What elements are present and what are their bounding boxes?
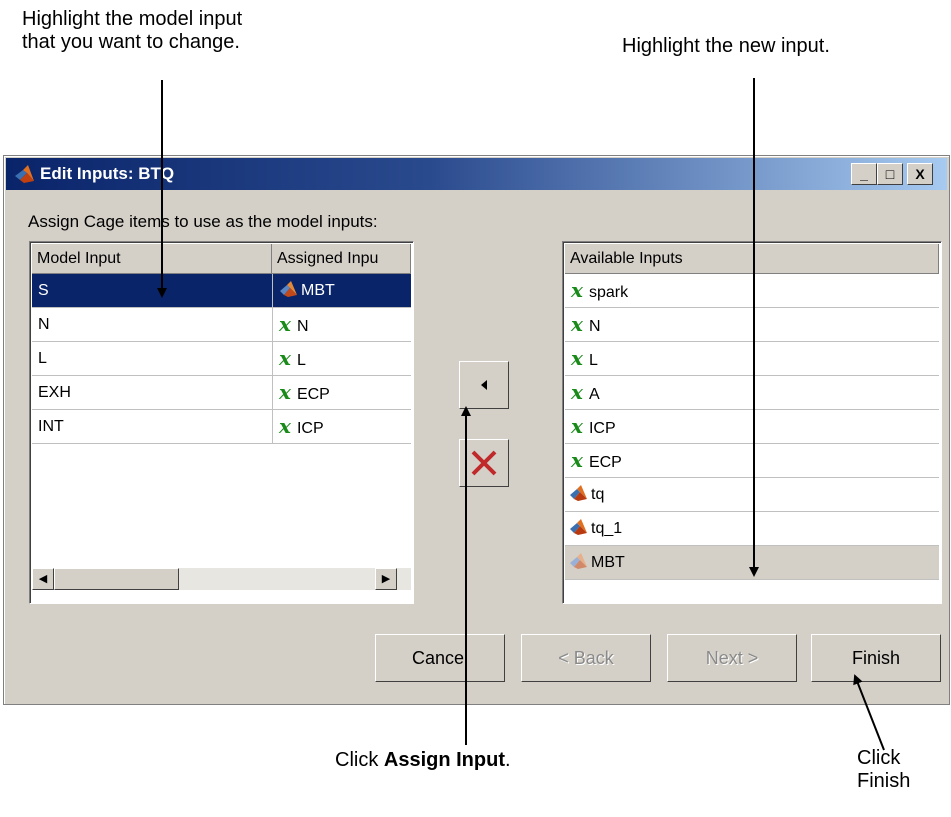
- callout-arrows: [157, 78, 885, 751]
- arrow-to-finish-button: [853, 674, 885, 751]
